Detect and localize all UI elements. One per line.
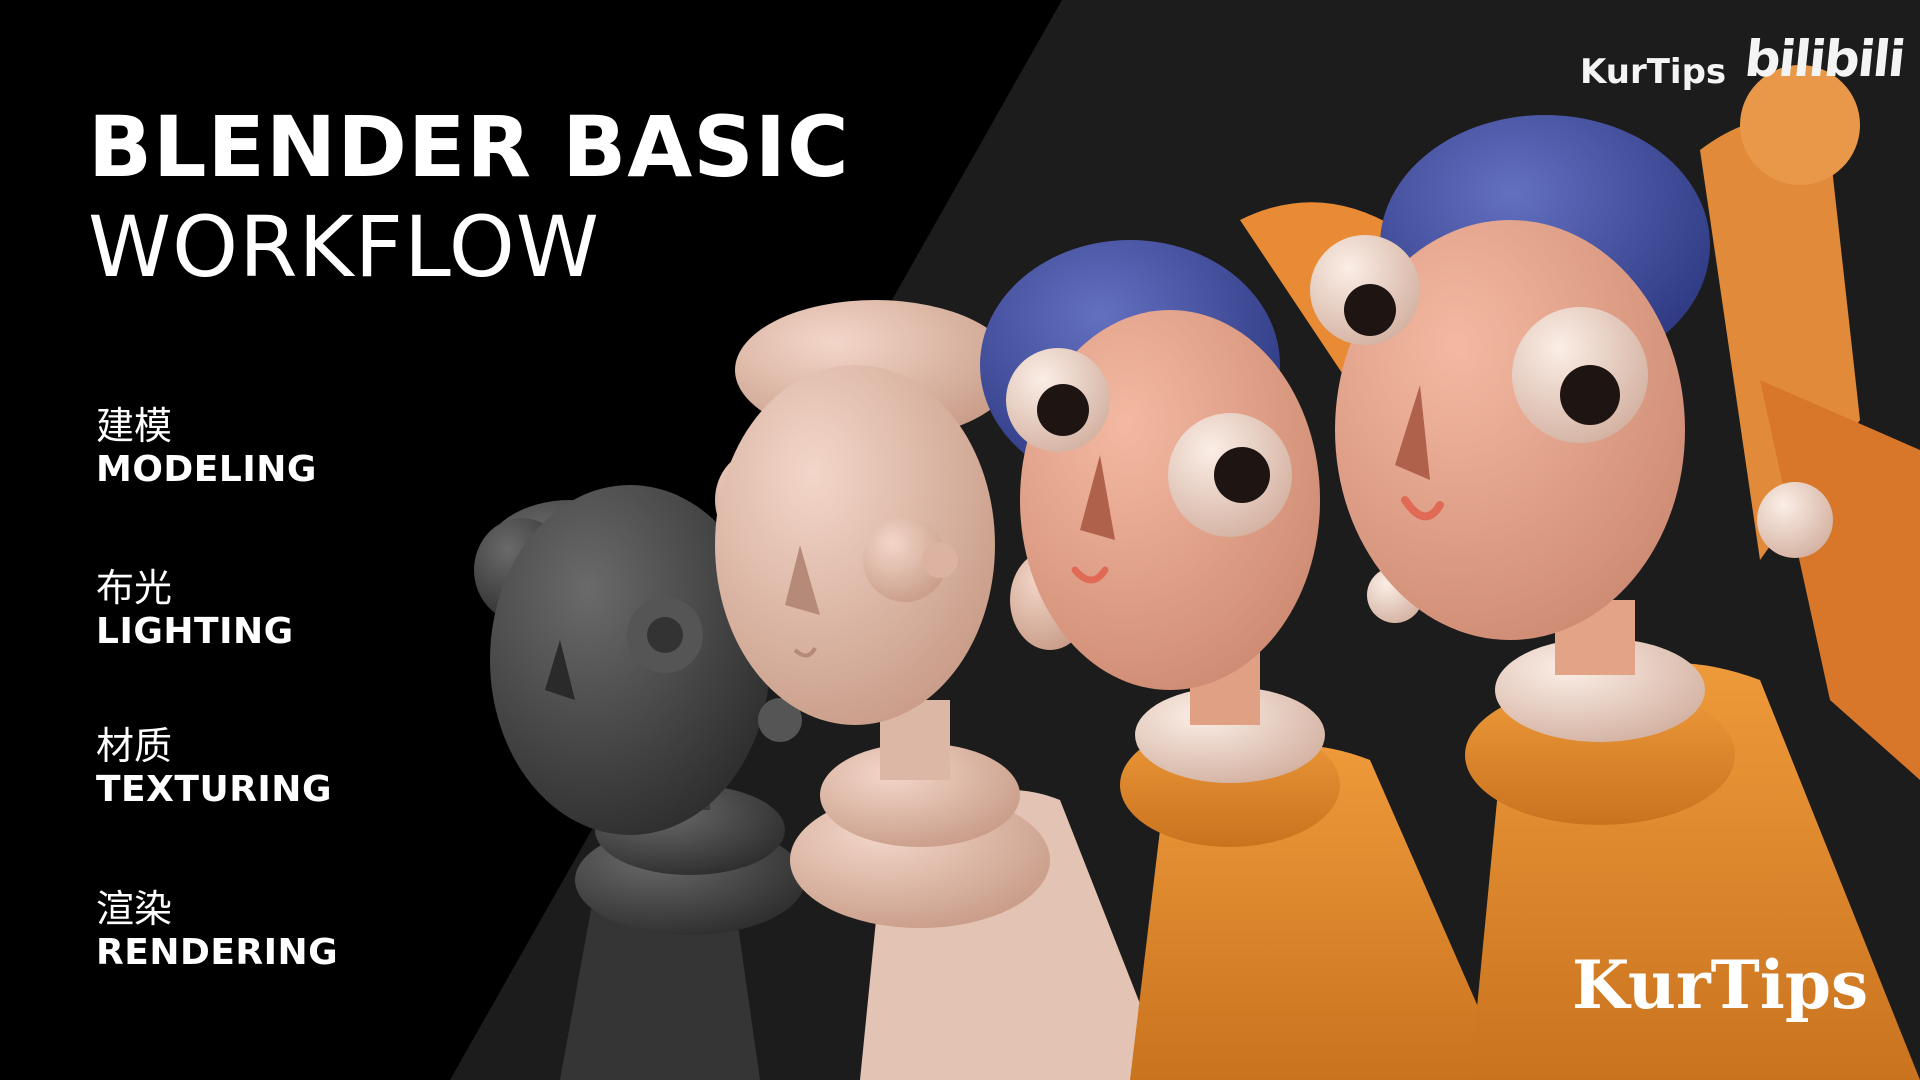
step-label-en: RENDERING xyxy=(96,932,339,973)
step-label-zh: 布光 xyxy=(96,566,173,610)
workflow-step-rendering: 渲染 RENDERING xyxy=(96,887,338,975)
step-label-zh: 材质 xyxy=(96,724,173,768)
thumbnail: BLENDER BASIC WORKFLOW 建模 MODELING 布光 LI… xyxy=(0,0,1920,1080)
step-label-en: LIGHTING xyxy=(96,611,294,652)
step-label-zh: 渲染 xyxy=(96,887,173,931)
page-subtitle: WORKFLOW xyxy=(88,198,600,296)
workflow-step-lighting: 布光 LIGHTING xyxy=(96,566,294,654)
workflow-step-texturing: 材质 TEXTURING xyxy=(96,724,332,812)
brand-logo: KurTips xyxy=(1572,946,1869,1024)
step-label-zh: 建模 xyxy=(96,404,173,448)
bilibili-logo-icon: bilibili xyxy=(1741,30,1907,88)
step-label-en: TEXTURING xyxy=(96,769,332,810)
step-label-en: MODELING xyxy=(96,449,317,490)
workflow-step-modeling: 建模 MODELING xyxy=(96,404,317,492)
brand-watermark-top: KurTips xyxy=(1580,52,1727,92)
page-title: BLENDER BASIC xyxy=(88,98,850,196)
